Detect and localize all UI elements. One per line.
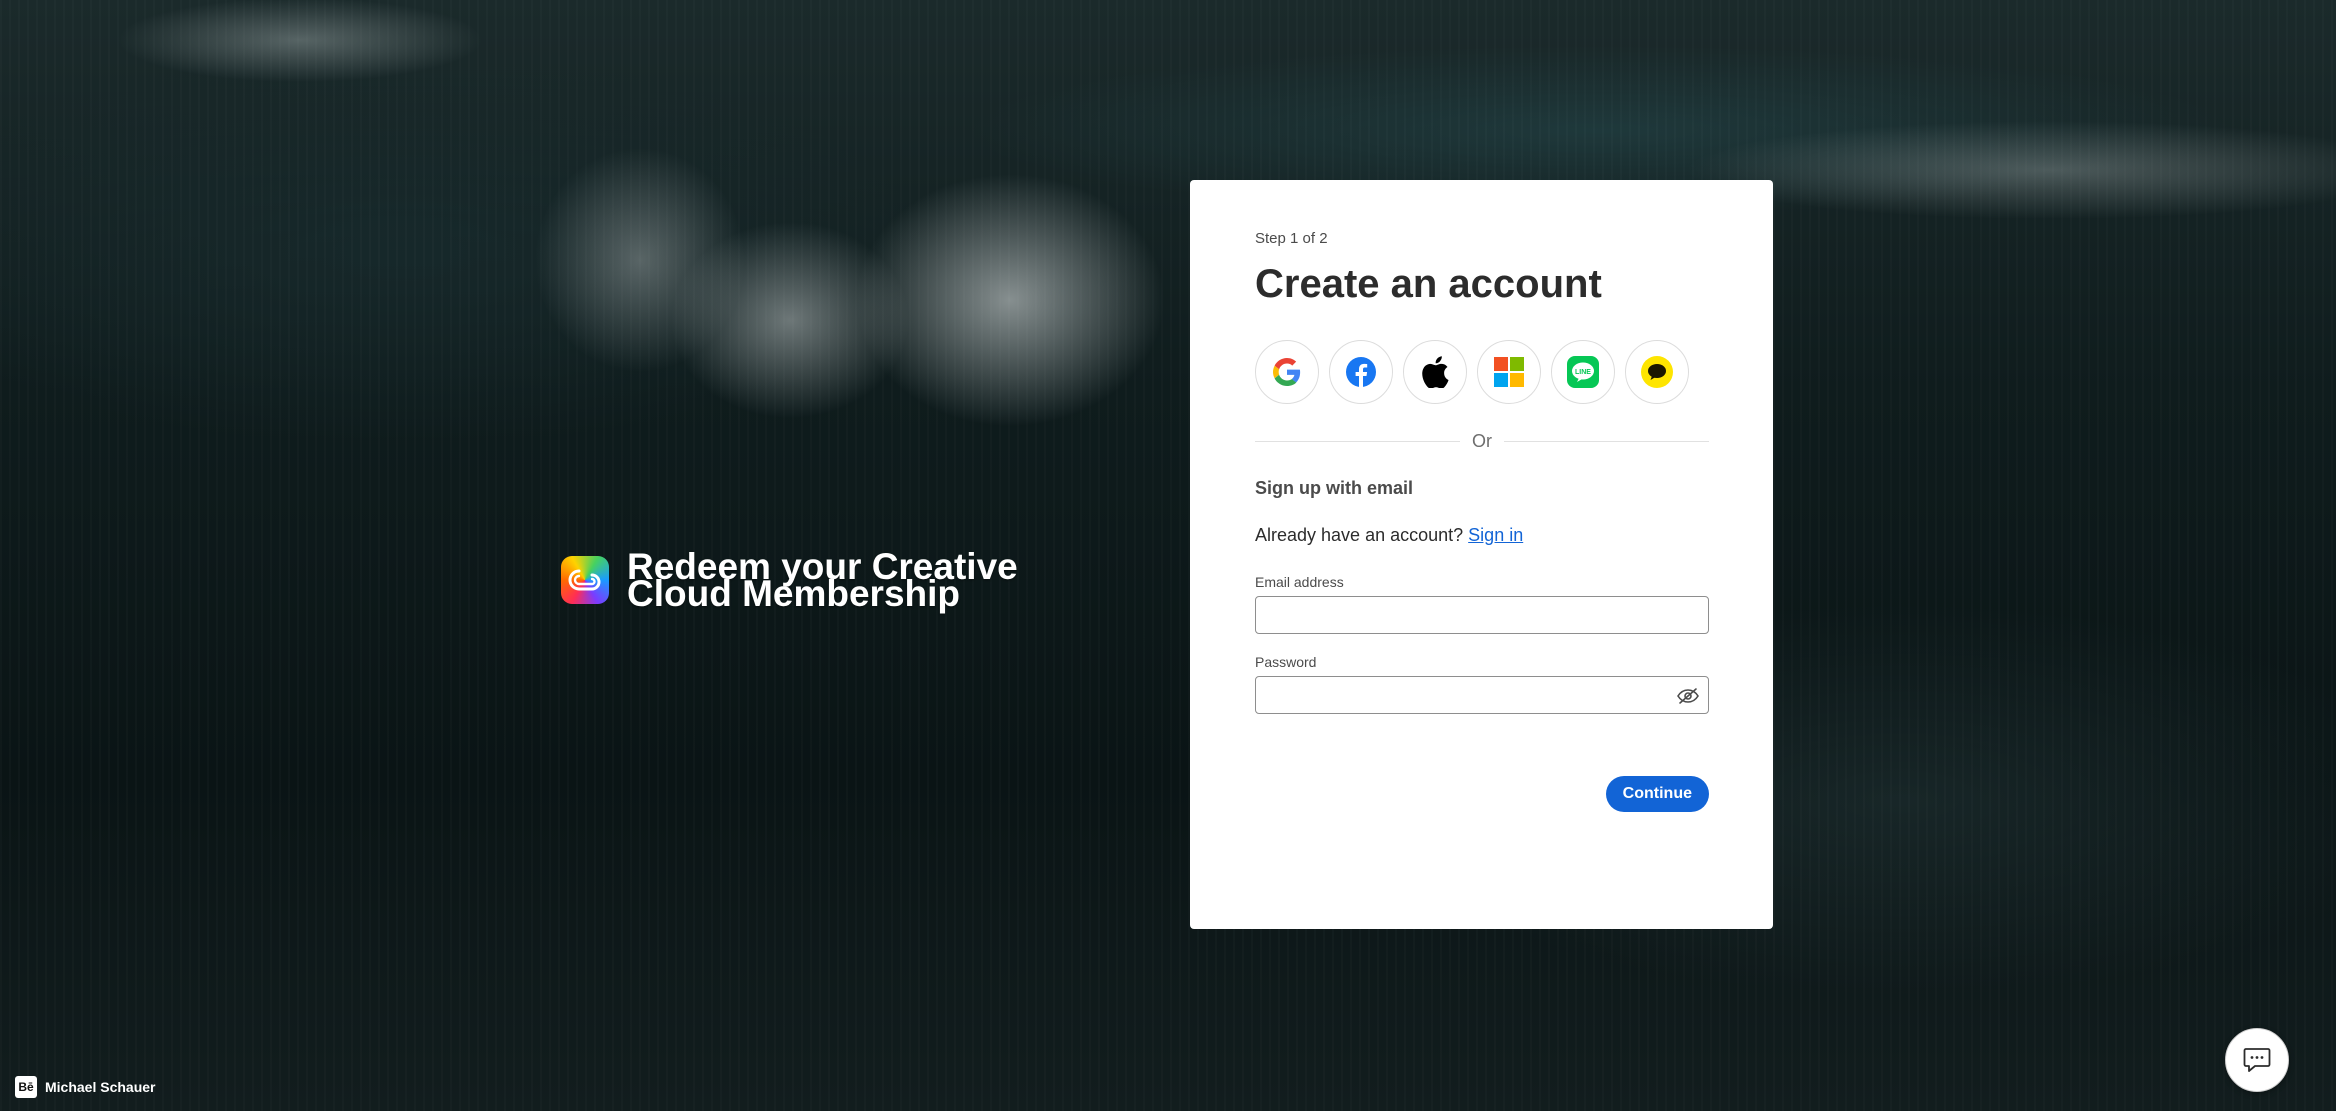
password-field[interactable] <box>1256 677 1708 713</box>
or-divider: Or <box>1255 430 1709 452</box>
microsoft-signin-button[interactable] <box>1477 340 1541 404</box>
signup-card: Step 1 of 2 Create an account LINE Or Si… <box>1190 180 1773 929</box>
email-signup-heading: Sign up with email <box>1255 478 1414 498</box>
email-field-container <box>1255 596 1709 634</box>
sign-in-link[interactable]: Sign in <box>1468 525 1523 545</box>
microsoft-icon <box>1494 357 1524 387</box>
ocean-background <box>0 0 2336 1111</box>
apple-signin-button[interactable] <box>1403 340 1467 404</box>
creative-cloud-logo-icon <box>561 556 609 604</box>
email-field[interactable] <box>1256 597 1708 633</box>
line-icon: LINE <box>1567 356 1599 388</box>
kakao-signin-button[interactable] <box>1625 340 1689 404</box>
facebook-icon <box>1346 357 1376 387</box>
behance-icon: Bē <box>15 1076 37 1098</box>
divider-text: Or <box>1460 430 1504 452</box>
svg-text:LINE: LINE <box>1575 369 1591 376</box>
photo-credit[interactable]: Bē Michael Schauer <box>15 1076 156 1098</box>
password-label: Password <box>1255 654 1317 670</box>
google-icon <box>1273 358 1301 386</box>
google-signin-button[interactable] <box>1255 340 1319 404</box>
show-password-toggle[interactable] <box>1676 685 1700 707</box>
form-actions: Continue <box>1255 776 1709 812</box>
email-label: Email address <box>1255 574 1344 590</box>
promo-title: Redeem your Creative Cloud Membership <box>627 546 1018 614</box>
step-indicator: Step 1 of 2 <box>1255 230 1328 247</box>
apple-icon <box>1422 356 1449 388</box>
kakao-icon <box>1641 356 1673 388</box>
social-login-row: LINE <box>1255 340 1709 404</box>
page-title: Create an account <box>1255 262 1602 306</box>
line-signin-button[interactable]: LINE <box>1551 340 1615 404</box>
credit-name: Michael Schauer <box>45 1079 156 1095</box>
signin-prompt: Already have an account? <box>1255 525 1464 545</box>
chat-bubble-icon <box>2243 1048 2271 1072</box>
eye-hidden-icon <box>1677 688 1699 704</box>
facebook-signin-button[interactable] <box>1329 340 1393 404</box>
signin-prompt-line: Already have an account? Sign in <box>1255 525 1709 546</box>
promo-banner: Redeem your Creative Cloud Membership <box>561 546 1037 614</box>
password-field-container <box>1255 676 1709 714</box>
chat-button[interactable] <box>2225 1028 2289 1092</box>
continue-button[interactable]: Continue <box>1605 776 1709 812</box>
